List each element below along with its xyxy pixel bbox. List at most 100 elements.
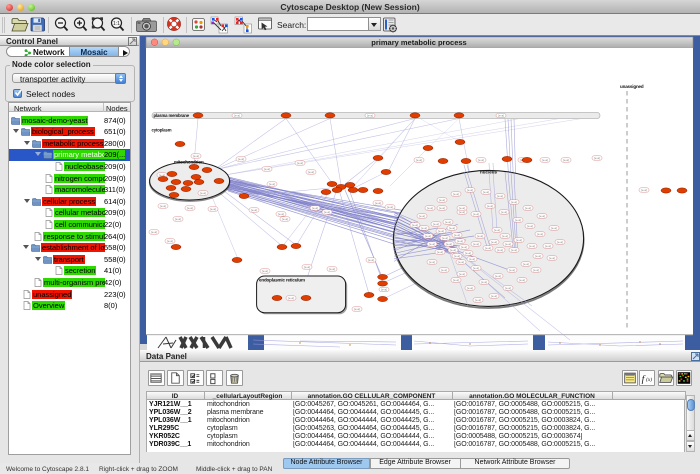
svg-text:[e-a]: [e-a] <box>535 254 541 258</box>
svg-text:[e-a]: [e-a] <box>329 267 335 271</box>
svg-text:[e-a]: [e-a] <box>238 157 244 161</box>
svg-text:cytoplasm: cytoplasm <box>152 128 172 133</box>
svg-text:[e-a]: [e-a] <box>381 288 387 292</box>
svg-text:[e-a]: [e-a] <box>485 246 491 250</box>
svg-text:[e-a]: [e-a] <box>491 294 497 298</box>
svg-text:[e-a]: [e-a] <box>421 226 427 230</box>
svg-text:[e-a]: [e-a] <box>539 214 545 218</box>
svg-text:[e-a]: [e-a] <box>473 212 479 216</box>
svg-text:[e-a]: [e-a] <box>234 114 240 118</box>
svg-text:[e-a]: [e-a] <box>527 224 533 228</box>
svg-text:1:1: 1:1 <box>113 21 120 27</box>
svg-text:[e-a]: [e-a] <box>433 222 439 226</box>
svg-text:[e-a]: [e-a] <box>594 156 600 160</box>
svg-text:[e-a]: [e-a] <box>473 266 479 270</box>
svg-text:[e-a]: [e-a] <box>175 217 181 221</box>
svg-text:[e-a]: [e-a] <box>200 191 206 195</box>
svg-text:[e-a]: [e-a] <box>473 242 479 246</box>
svg-text:[e-a]: [e-a] <box>449 226 455 230</box>
svg-text:[e-a]: [e-a] <box>368 258 374 262</box>
svg-text:[e-a]: [e-a] <box>427 206 433 210</box>
svg-text:[e-a]: [e-a] <box>563 158 569 162</box>
svg-text:[e-a]: [e-a] <box>467 188 473 192</box>
svg-text:[e-a]: [e-a] <box>465 251 471 255</box>
svg-text:[e-a]: [e-a] <box>557 240 563 244</box>
svg-text:[e-a]: [e-a] <box>446 242 452 246</box>
svg-text:[e-a]: [e-a] <box>511 200 517 204</box>
svg-text:[e-a]: [e-a] <box>160 204 166 208</box>
svg-text:[e-a]: [e-a] <box>641 188 647 192</box>
svg-text:[e-a]: [e-a] <box>497 194 503 198</box>
svg-text:[e-a]: [e-a] <box>494 228 500 232</box>
svg-text:[e-a]: [e-a] <box>545 244 551 248</box>
svg-text:[e-a]: [e-a] <box>438 229 444 233</box>
svg-text:[e-a]: [e-a] <box>475 298 481 302</box>
svg-text:[e-a]: [e-a] <box>509 268 515 272</box>
svg-text:plasma membrane: plasma membrane <box>154 113 190 118</box>
svg-text:[e-a]: [e-a] <box>453 278 459 282</box>
svg-text:[e-a]: [e-a] <box>502 234 508 238</box>
svg-text:[e-a]: [e-a] <box>278 212 284 216</box>
svg-text:[e-a]: [e-a] <box>501 210 507 214</box>
svg-text:[e-a]: [e-a] <box>387 205 393 209</box>
svg-text:[e-a]: [e-a] <box>551 226 557 230</box>
svg-text:[e-a]: [e-a] <box>461 245 467 249</box>
svg-text:[e-a]: [e-a] <box>193 154 199 158</box>
svg-text:[e-a]: [e-a] <box>467 286 473 290</box>
svg-text:[e-a]: [e-a] <box>437 250 443 254</box>
svg-text:[e-a]: [e-a] <box>516 238 522 242</box>
svg-text:[e-a]: [e-a] <box>312 206 318 210</box>
svg-text:[e-a]: [e-a] <box>469 257 475 261</box>
svg-text:[e-a]: [e-a] <box>297 161 303 165</box>
svg-text:[e-a]: [e-a] <box>419 214 425 218</box>
svg-text:[e-a]: [e-a] <box>515 218 521 222</box>
svg-text:[e-a]: [e-a] <box>288 296 294 300</box>
svg-text:[e-a]: [e-a] <box>533 268 539 272</box>
svg-text:[e-a]: [e-a] <box>210 207 216 211</box>
svg-text:[e-a]: [e-a] <box>151 230 157 234</box>
svg-text:[e-a]: [e-a] <box>454 233 460 237</box>
svg-text:unassigned: unassigned <box>620 84 644 89</box>
svg-text:[e-a]: [e-a] <box>525 206 531 210</box>
svg-text:[e-a]: [e-a] <box>167 239 173 243</box>
svg-text:[e-a]: [e-a] <box>416 158 422 162</box>
svg-text:[e-a]: [e-a] <box>487 204 493 208</box>
svg-text:[e-a]: [e-a] <box>439 198 445 202</box>
svg-text:[e-a]: [e-a] <box>537 232 543 236</box>
svg-text:[e-a]: [e-a] <box>497 248 503 252</box>
svg-text:[e-a]: [e-a] <box>511 248 517 252</box>
svg-text:[e-a]: [e-a] <box>477 234 483 238</box>
svg-text:endoplasmic reticulum: endoplasmic reticulum <box>259 278 305 283</box>
svg-text:[e-a]: [e-a] <box>529 244 535 248</box>
svg-text:[e-a]: [e-a] <box>425 234 431 238</box>
svg-text:[e-a]: [e-a] <box>458 260 464 264</box>
svg-text:[e-a]: [e-a] <box>454 254 460 258</box>
svg-text:[e-a]: [e-a] <box>251 208 257 212</box>
svg-text:[e-a]: [e-a] <box>269 182 275 186</box>
svg-text:[e-a]: [e-a] <box>491 240 497 244</box>
svg-text:[e-a]: [e-a] <box>308 170 314 174</box>
svg-text:[e-a]: [e-a] <box>354 307 360 311</box>
svg-text:[e-a]: [e-a] <box>441 268 447 272</box>
svg-text:[e-a]: [e-a] <box>481 280 487 284</box>
svg-text:[e-a]: [e-a] <box>375 201 381 205</box>
svg-text:[e-a]: [e-a] <box>459 206 465 210</box>
svg-text:[e-a]: [e-a] <box>519 278 525 282</box>
svg-text:[e-a]: [e-a] <box>450 248 456 252</box>
svg-text:[e-a]: [e-a] <box>478 158 484 162</box>
svg-text:[e-a]: [e-a] <box>304 265 310 269</box>
svg-text:[e-a]: [e-a] <box>187 206 193 210</box>
svg-text:[e-a]: [e-a] <box>498 114 504 118</box>
svg-text:[e-a]: [e-a] <box>495 274 501 278</box>
svg-text:[e-a]: [e-a] <box>549 256 555 260</box>
svg-text:[e-a]: [e-a] <box>483 190 489 194</box>
svg-text:nucleus: nucleus <box>480 170 498 175</box>
svg-text:[e-a]: [e-a] <box>505 286 511 290</box>
svg-text:[e-a]: [e-a] <box>442 236 448 240</box>
svg-text:[e-a]: [e-a] <box>429 242 435 246</box>
svg-text:[e-a]: [e-a] <box>459 210 465 214</box>
svg-text:[e-a]: [e-a] <box>262 269 268 273</box>
svg-text:[e-a]: [e-a] <box>457 239 463 243</box>
svg-text:[e-a]: [e-a] <box>542 158 548 162</box>
svg-text:(x): (x) <box>646 376 652 383</box>
